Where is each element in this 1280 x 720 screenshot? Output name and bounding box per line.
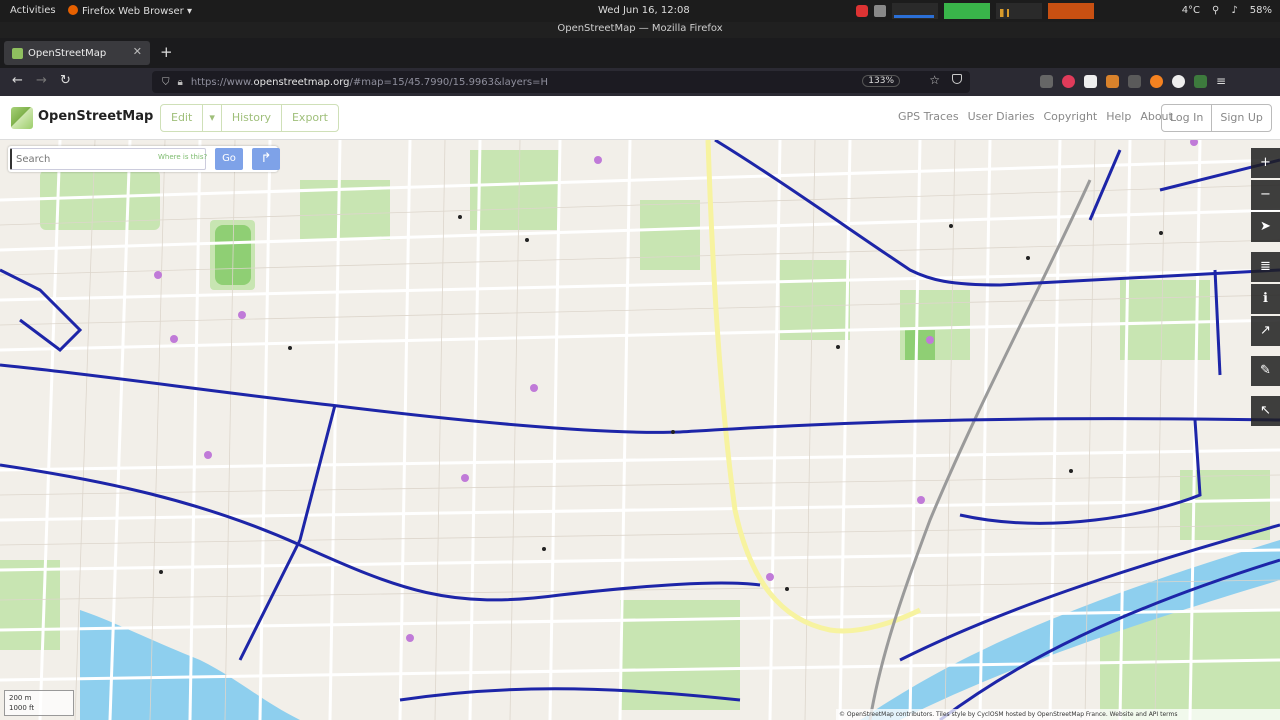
reload-icon[interactable]: ↻: [60, 73, 71, 88]
extension-icon[interactable]: [1150, 75, 1163, 88]
osm-favicon-icon: [12, 47, 23, 59]
extensions-toolbar: ≡: [1040, 75, 1229, 88]
forward-icon[interactable]: →: [36, 73, 47, 88]
tab-strip: OpenStreetMap ✕ +: [0, 38, 1280, 68]
zoom-out-button[interactable]: −: [1251, 180, 1280, 210]
edit-dropdown-icon[interactable]: ▾: [203, 105, 222, 131]
navigation-bar: ← → ↻ ⛉ 🔒︎ https://www. openstreetmap.org…: [0, 68, 1280, 96]
tray-app-icon[interactable]: [874, 5, 886, 17]
note-icon[interactable]: ✎: [1251, 356, 1280, 386]
app-menu-label: Firefox Web Browser: [82, 6, 184, 17]
map-tiles: [0, 140, 1280, 720]
info-icon[interactable]: ℹ: [1251, 284, 1280, 314]
url-host: openstreetmap.org: [253, 76, 350, 88]
system-clock[interactable]: Wed Jun 16, 12:08: [598, 5, 690, 16]
zoom-level-badge[interactable]: 133%: [862, 75, 900, 87]
volume-icon: ♪: [1231, 5, 1238, 16]
system-top-bar: Activities Firefox Web Browser ▾ Wed Jun…: [0, 0, 1280, 22]
firefox-icon: [68, 5, 78, 15]
account-icon[interactable]: [1172, 75, 1185, 88]
disk-monitor[interactable]: [1048, 3, 1094, 19]
extension-icon[interactable]: [1106, 75, 1119, 88]
osm-logo-icon[interactable]: [11, 107, 33, 129]
layers-icon[interactable]: ≣: [1251, 252, 1280, 282]
scale-imperial: 1000 ft: [9, 704, 35, 712]
search-panel: Where is this? Go ↱: [8, 146, 280, 172]
export-button[interactable]: Export: [282, 105, 338, 131]
extension-icon[interactable]: [1194, 75, 1207, 88]
url-bar[interactable]: ⛉ 🔒︎ https://www. openstreetmap.org/#map=…: [152, 71, 970, 93]
activities-button[interactable]: Activities: [10, 5, 56, 16]
locate-icon[interactable]: ➤: [1251, 212, 1280, 242]
query-features-icon[interactable]: ↖: [1251, 396, 1280, 426]
extension-icon[interactable]: [1062, 75, 1075, 88]
history-button[interactable]: History: [222, 105, 282, 131]
close-tab-icon[interactable]: ✕: [133, 45, 142, 58]
osm-header: OpenStreetMap Edit ▾ History Export GPS …: [0, 96, 1280, 140]
nav-link-help[interactable]: Help: [1106, 110, 1131, 123]
map-attribution[interactable]: © OpenStreetMap contributors. Tiles styl…: [836, 709, 1280, 720]
weather-label: 4°C: [1181, 5, 1201, 16]
directions-icon[interactable]: ↱: [252, 148, 280, 170]
auth-buttons: Log In Sign Up: [1161, 104, 1272, 132]
map-canvas[interactable]: [0, 140, 1280, 720]
site-name[interactable]: OpenStreetMap: [38, 109, 153, 124]
tab-openstreetmap[interactable]: OpenStreetMap ✕: [4, 41, 150, 65]
cpu-monitor[interactable]: [892, 3, 938, 19]
screen-record-icon[interactable]: [856, 5, 868, 17]
share-icon[interactable]: ↗: [1251, 316, 1280, 346]
scale-metric: 200 m: [9, 694, 32, 702]
nav-link-user-diaries[interactable]: User Diaries: [968, 110, 1035, 123]
bookmark-star-icon[interactable]: ☆: [929, 73, 940, 87]
wifi-icon: ⚲: [1212, 5, 1220, 16]
library-icon[interactable]: [1040, 75, 1053, 88]
system-tray: [856, 3, 1094, 19]
new-tab-button[interactable]: +: [160, 43, 173, 61]
login-button[interactable]: Log In: [1162, 105, 1213, 131]
pocket-icon[interactable]: [952, 74, 962, 84]
lock-icon[interactable]: 🔒︎: [178, 77, 183, 88]
zoom-in-button[interactable]: +: [1251, 148, 1280, 178]
edit-button[interactable]: Edit: [161, 105, 204, 131]
url-path: /#map=15/45.7990/15.9963&layers=H: [349, 76, 549, 88]
reader-icon[interactable]: [1084, 75, 1097, 88]
window-title: OpenStreetMap — Mozilla Firefox: [0, 22, 1280, 38]
network-monitor[interactable]: [996, 3, 1042, 19]
menu-icon[interactable]: ≡: [1216, 75, 1229, 88]
map-scale: 200 m 1000 ft: [4, 690, 74, 716]
sidebar-icon[interactable]: [1128, 75, 1141, 88]
status-area[interactable]: 4°C ⚲ ♪ 58%: [1182, 5, 1272, 16]
battery-label: 58%: [1249, 5, 1272, 16]
go-button[interactable]: Go: [215, 148, 243, 170]
url-prefix: https://www.: [190, 76, 254, 88]
secondary-nav: GPS Traces User Diaries Copyright Help A…: [898, 110, 1173, 123]
nav-link-copyright[interactable]: Copyright: [1043, 110, 1097, 123]
memory-monitor[interactable]: [944, 3, 990, 19]
nav-link-gps-traces[interactable]: GPS Traces: [898, 110, 959, 123]
where-is-this-link[interactable]: Where is this?: [158, 153, 207, 161]
app-menu[interactable]: Firefox Web Browser ▾: [68, 5, 192, 17]
tab-label: OpenStreetMap: [28, 47, 107, 59]
back-icon[interactable]: ←: [12, 73, 23, 88]
signup-button[interactable]: Sign Up: [1212, 105, 1271, 131]
edit-button-group: Edit ▾ History Export: [160, 104, 339, 132]
tracking-shield-icon[interactable]: ⛉: [162, 77, 170, 88]
